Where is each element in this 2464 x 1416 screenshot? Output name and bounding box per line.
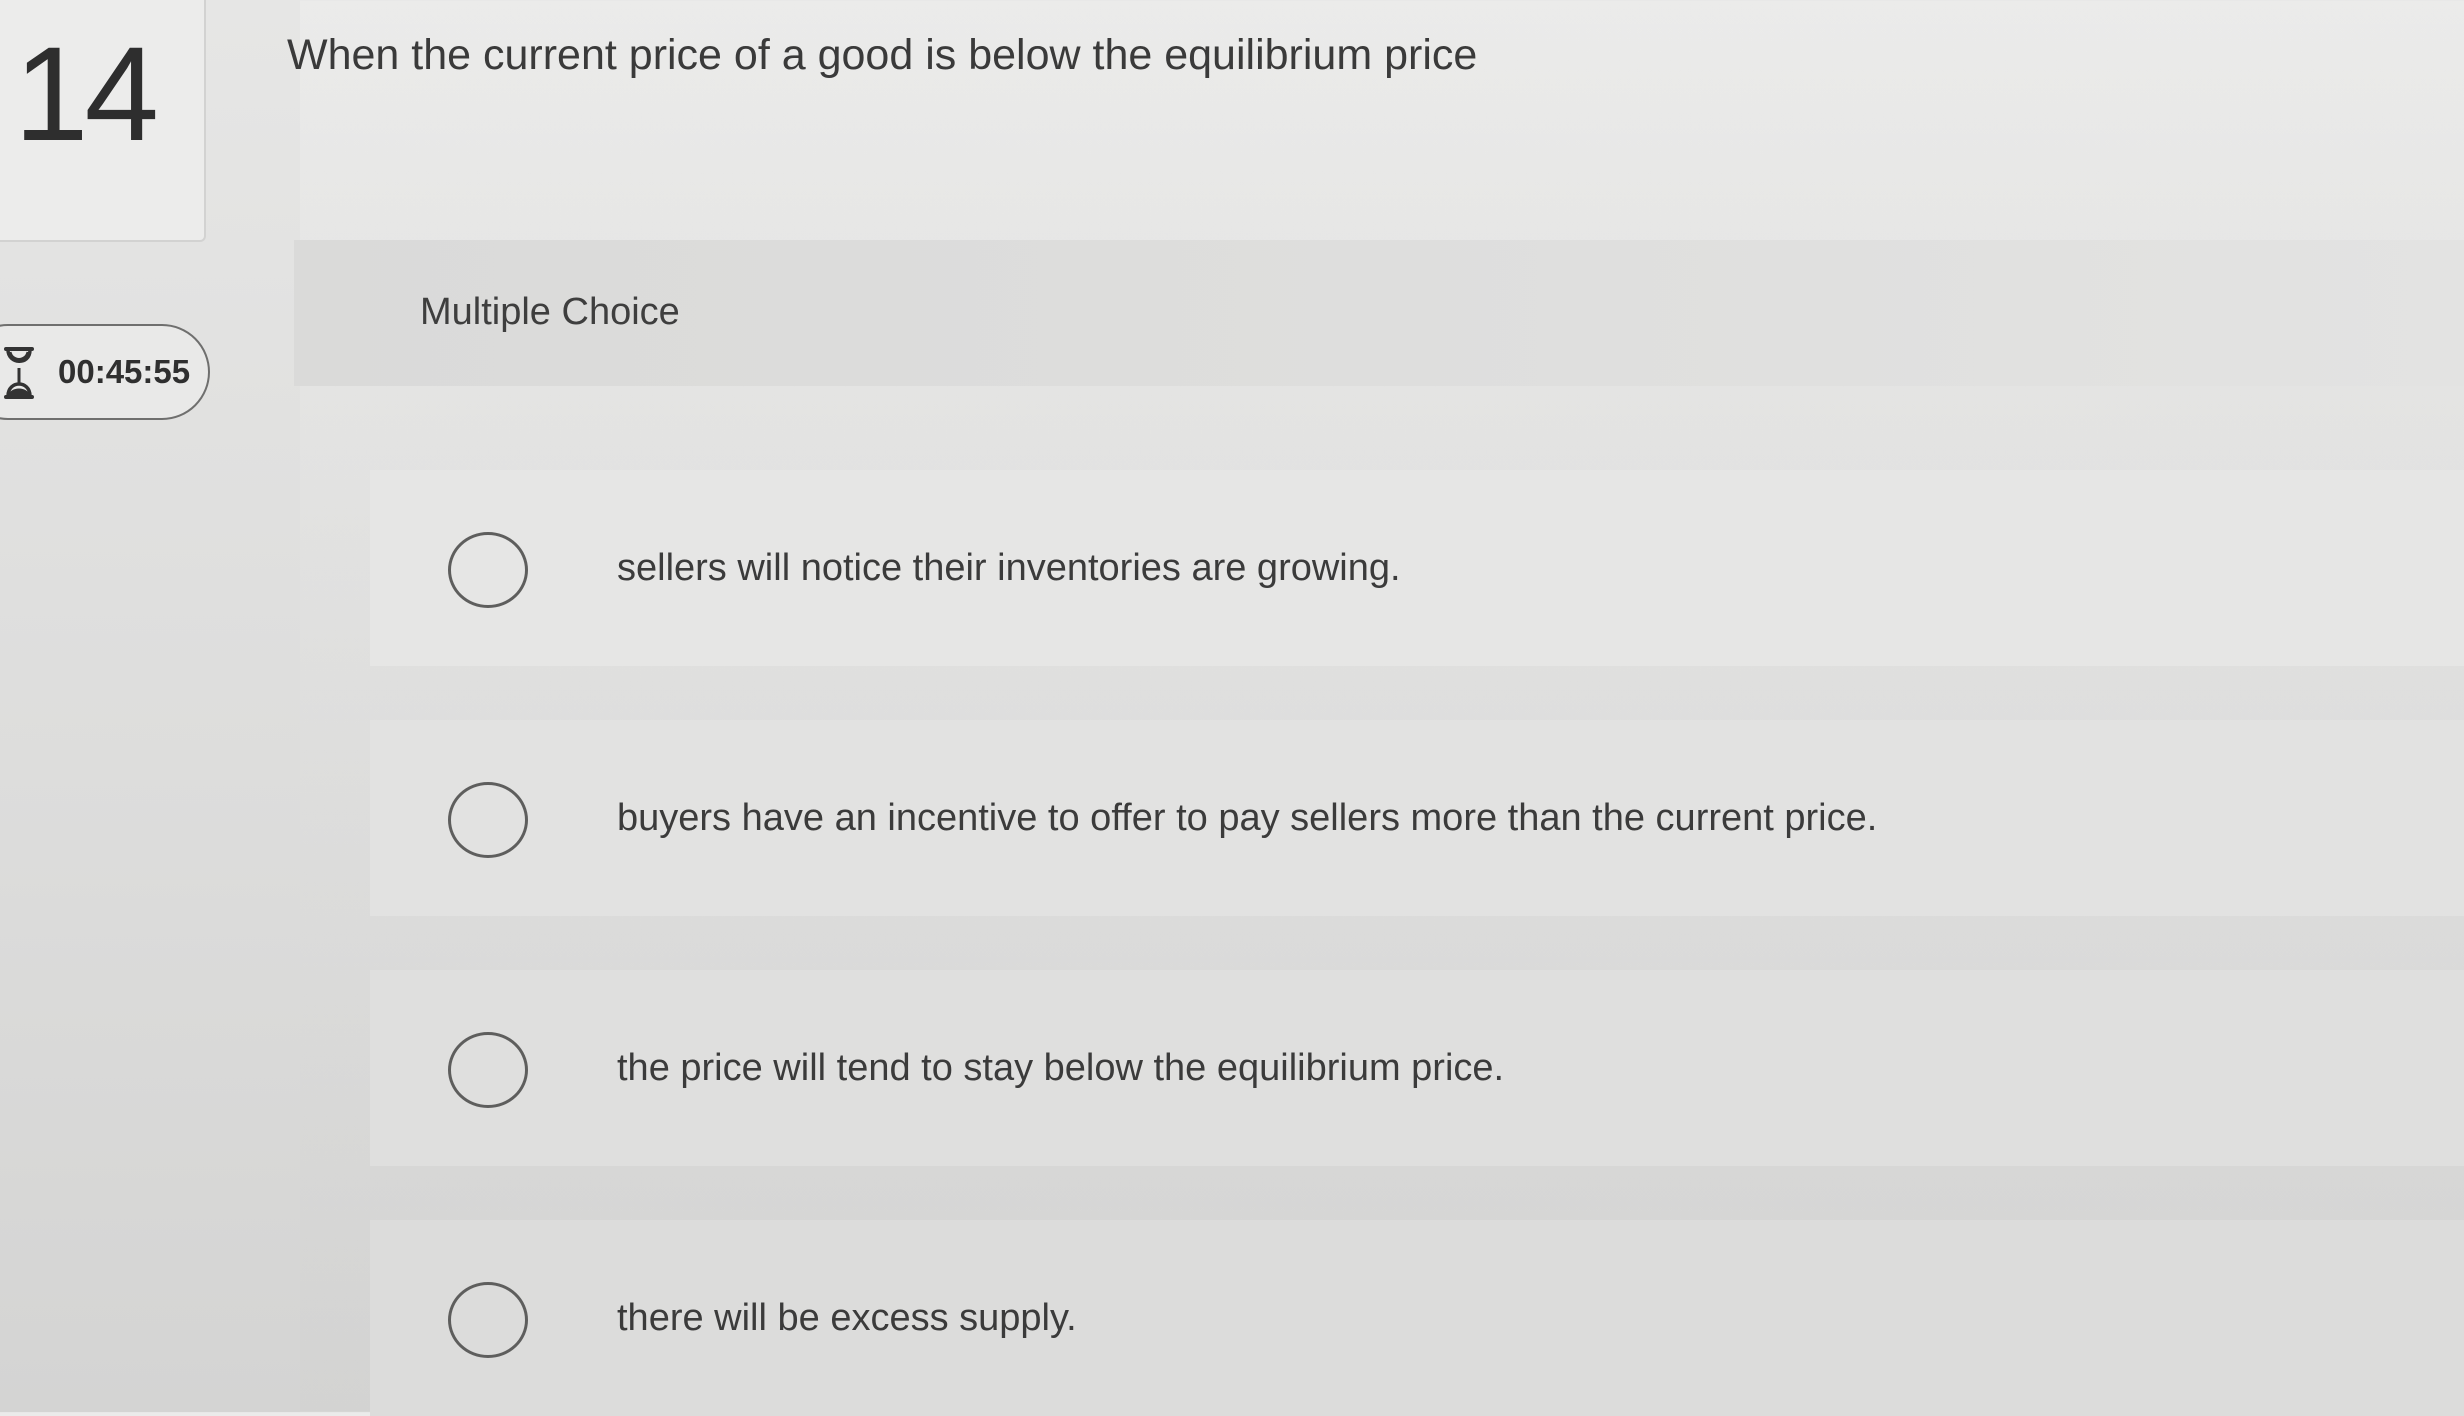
answer-option-4[interactable]: there will be excess supply. [370,1220,2464,1416]
hourglass-icon [2,346,36,400]
answer-option-1[interactable]: sellers will notice their inventories ar… [370,470,2464,666]
radio-button[interactable] [448,532,528,608]
answer-options: sellers will notice their inventories ar… [300,470,2464,1416]
timer-value: 00:45:55 [58,353,191,390]
question-number: 14 [14,20,159,169]
radio-button[interactable] [448,1282,528,1358]
radio-button[interactable] [448,782,528,858]
answer-option-3[interactable]: the price will tend to stay below the eq… [370,970,2464,1166]
question-text: When the current price of a good is belo… [287,31,1478,79]
question-type-label: Multiple Choice [420,291,680,333]
question-type-header: Multiple Choice [294,240,2464,386]
timer-badge[interactable]: 00:45:55 [0,324,210,420]
radio-button[interactable] [448,1032,528,1108]
question-number-box: 14 [0,0,206,242]
answer-option-text[interactable]: there will be excess supply. [617,1296,1077,1342]
answer-option-text[interactable]: sellers will notice their inventories ar… [617,546,1401,592]
answer-option-text[interactable]: buyers have an incentive to offer to pay… [617,796,1877,842]
answer-option-text[interactable]: the price will tend to stay below the eq… [617,1046,1504,1092]
answer-option-2[interactable]: buyers have an incentive to offer to pay… [370,720,2464,916]
